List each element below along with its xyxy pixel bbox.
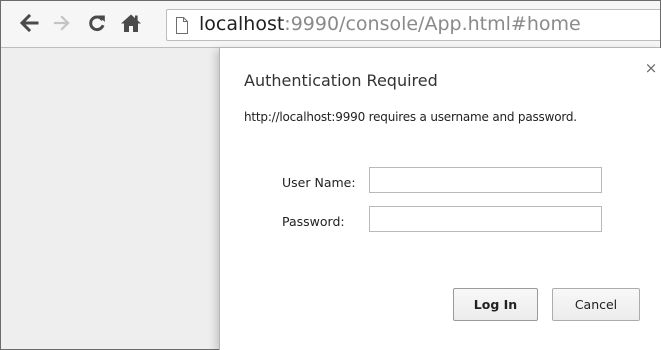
back-button[interactable] [17, 11, 41, 35]
dialog-title: Authentication Required [244, 71, 438, 90]
reload-icon [89, 15, 105, 32]
forward-button[interactable] [51, 11, 75, 35]
address-bar[interactable]: localhost:9990/console/App.html#home [166, 9, 660, 41]
browser-toolbar: localhost:9990/console/App.html#home [1, 1, 660, 48]
url-text[interactable]: localhost:9990/console/App.html#home [199, 12, 581, 36]
authentication-dialog: Authentication Required × http://localho… [219, 48, 661, 350]
close-icon[interactable]: × [644, 61, 658, 76]
forward-arrow-icon [53, 15, 70, 31]
password-label: Password: [282, 214, 345, 229]
home-icon [121, 14, 141, 32]
username-label: User Name: [282, 175, 356, 190]
url-host: localhost [199, 13, 285, 35]
url-path: :9990/console/App.html#home [284, 13, 581, 35]
back-arrow-icon [19, 14, 39, 32]
cancel-button[interactable]: Cancel [552, 288, 640, 321]
reload-button[interactable] [85, 11, 109, 35]
password-input[interactable] [369, 206, 602, 232]
dialog-message: http://localhost:9990 requires a usernam… [244, 110, 577, 124]
page-icon [176, 17, 188, 34]
home-button[interactable] [119, 11, 143, 35]
username-input[interactable] [369, 167, 602, 193]
log-in-button[interactable]: Log In [453, 288, 538, 321]
